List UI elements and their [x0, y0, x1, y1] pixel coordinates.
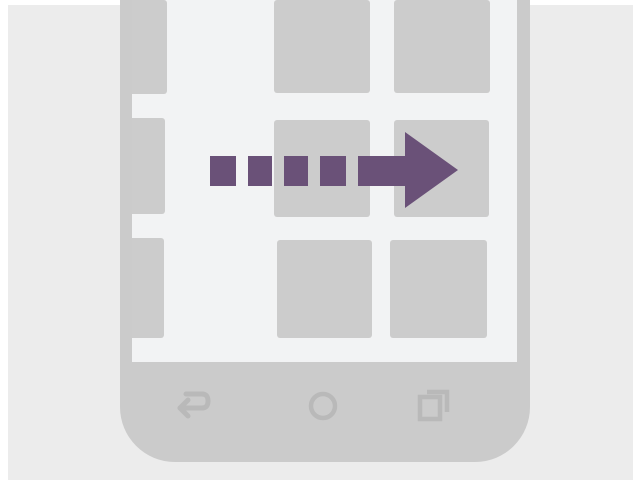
back-button[interactable]: [174, 386, 214, 426]
app-tile[interactable]: [390, 240, 487, 338]
recent-apps-icon: [417, 389, 450, 422]
back-icon: [177, 391, 211, 419]
navigation-bar: [132, 362, 517, 452]
recent-apps-button[interactable]: [414, 384, 454, 424]
arrow-dash: [210, 156, 236, 186]
app-tile[interactable]: [274, 0, 370, 93]
arrow-head: [358, 132, 458, 208]
home-button[interactable]: [303, 386, 343, 426]
home-icon: [308, 391, 338, 421]
arrow-dash: [284, 156, 308, 186]
arrow-dash: [248, 156, 272, 186]
app-tile[interactable]: [277, 240, 372, 338]
left-cell: [132, 118, 165, 214]
arrow-dash: [320, 156, 346, 186]
swipe-right-arrow: [210, 132, 458, 208]
left-cell: [132, 238, 164, 338]
app-tile[interactable]: [394, 0, 490, 93]
left-cell: [132, 0, 167, 94]
swipe-gesture-illustration: [0, 0, 641, 486]
